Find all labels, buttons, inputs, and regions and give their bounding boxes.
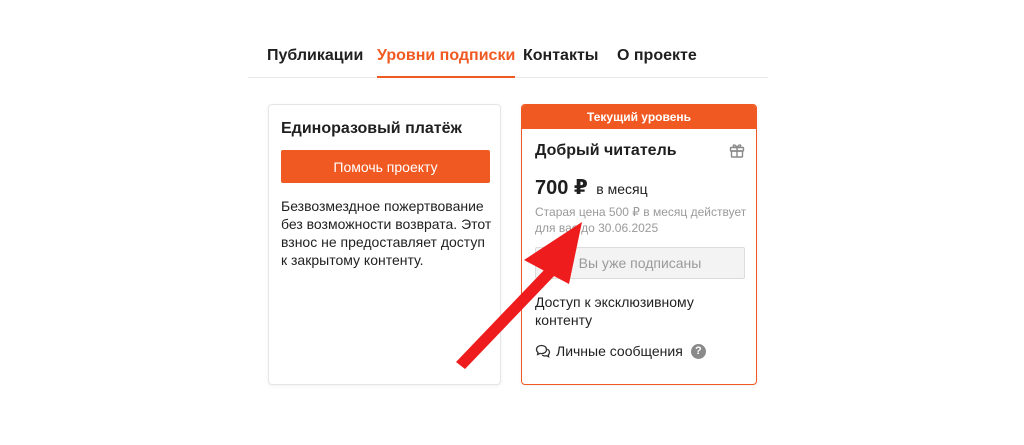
price-amount: 700 ₽ (535, 177, 588, 199)
chat-icon (535, 344, 551, 358)
subscription-tier-card: Текущий уровень Добрый читатель 700 ₽ в … (521, 104, 757, 385)
already-subscribed-button[interactable]: Вы уже подписаны (535, 247, 745, 279)
tab-publications[interactable]: Публикации (267, 47, 363, 65)
old-price-note: Старая цена 500 ₽ в месяц действует для … (535, 205, 747, 235)
one-time-title: Единоразовый платёж (281, 120, 462, 137)
help-icon[interactable]: ? (690, 343, 706, 359)
one-time-description: Безвозмездное пожертвование без возможно… (281, 198, 492, 268)
gift-icon (729, 144, 745, 158)
tab-about[interactable]: О проекте (617, 47, 697, 65)
tab-contacts[interactable]: Контакты (523, 47, 598, 65)
current-level-badge: Текущий уровень (522, 105, 756, 129)
price-period: в месяц (596, 181, 648, 197)
tab-subscription-levels[interactable]: Уровни подписки (377, 47, 516, 78)
one-time-payment-card: Единоразовый платёж Помочь проекту Безво… (268, 104, 501, 385)
tier-price: 700 ₽ в месяц (535, 175, 648, 200)
perk-private-messages: Личные сообщения ? (535, 342, 706, 360)
tier-name: Добрый читатель (535, 142, 677, 159)
perk-exclusive-content: Доступ к эксклюзивному контенту (535, 294, 694, 328)
tabs-bar: Публикации Уровни подписки Контакты О пр… (248, 36, 768, 78)
help-project-button[interactable]: Помочь проекту (281, 150, 490, 183)
perk-messages-label: Личные сообщения (556, 343, 683, 359)
